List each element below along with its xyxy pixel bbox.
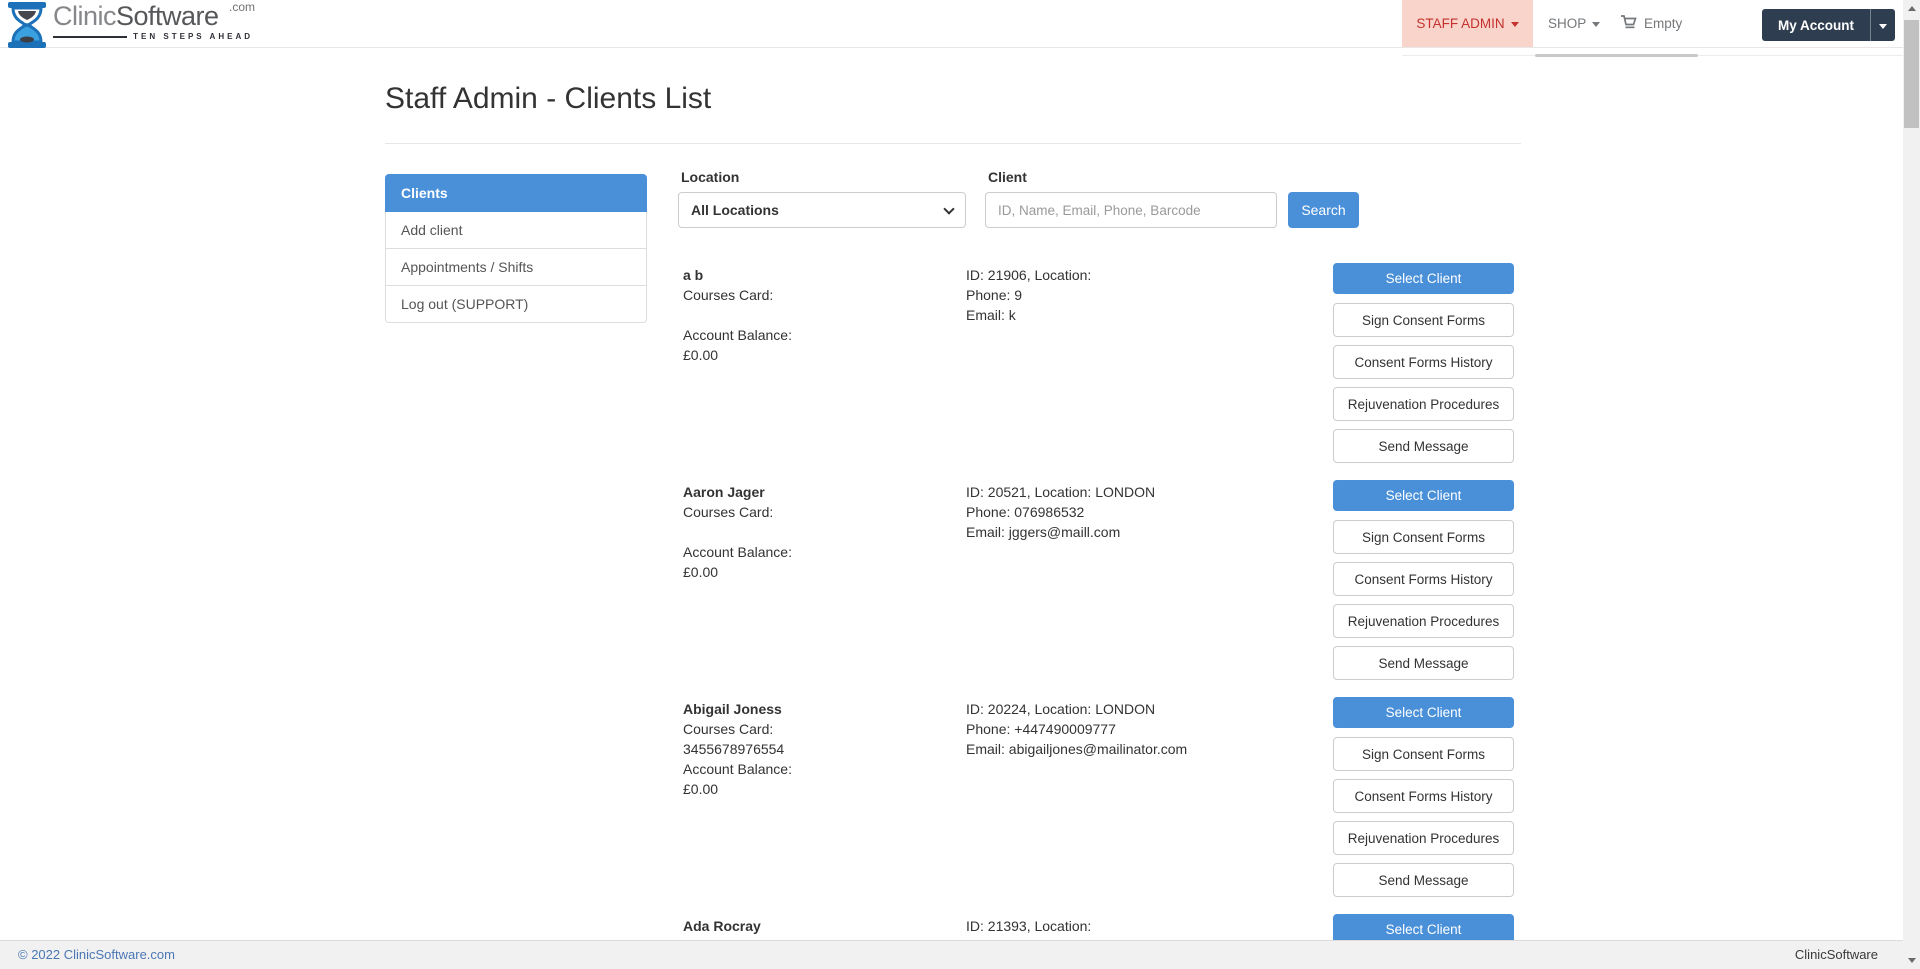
select-client-button[interactable]: Select Client [1333, 263, 1514, 294]
sidebar-item-add-client[interactable]: Add client [385, 212, 647, 249]
client-email: Email: jggers@maill.com [966, 522, 1346, 542]
brand-software: Software [116, 1, 219, 31]
location-select[interactable]: All Locations [678, 192, 966, 228]
clinicsoftware-logo[interactable]: ClinicSoftware .com TEN STEPS AHEAD [7, 1, 253, 53]
sign-consent-forms-button[interactable]: Sign Consent Forms [1333, 303, 1514, 337]
vertical-scrollbar[interactable] [1903, 0, 1920, 969]
send-message-button[interactable]: Send Message [1333, 863, 1514, 897]
client-name: a b [683, 265, 953, 285]
send-message-button[interactable]: Send Message [1333, 646, 1514, 680]
caret-down-icon[interactable] [1871, 9, 1895, 41]
account-balance-label: Account Balance: [683, 325, 953, 345]
client-details: ID: 20521, Location: LONDON Phone: 07698… [966, 482, 1346, 542]
caret-down-icon [1592, 22, 1600, 27]
account-balance-value: £0.00 [683, 779, 953, 799]
client-row: a b Courses Card: Account Balance: £0.00… [0, 263, 1903, 480]
sign-consent-forms-button[interactable]: Sign Consent Forms [1333, 737, 1514, 771]
client-summary: Aaron Jager Courses Card: Account Balanc… [683, 482, 953, 582]
client-name: Abigail Joness [683, 699, 953, 719]
rejuvenation-procedures-button[interactable]: Rejuvenation Procedures [1333, 821, 1514, 855]
courses-card-label: Courses Card: [683, 502, 953, 522]
client-name: Ada Rocray [683, 916, 953, 936]
account-balance-label: Account Balance: [683, 542, 953, 562]
subnav-underline [1535, 54, 1698, 57]
client-actions: Select Client Sign Consent Forms Consent… [1333, 697, 1514, 905]
caret-down-icon [1511, 22, 1519, 27]
client-details: ID: 21906, Location: Phone: 9 Email: k [966, 265, 1346, 325]
select-client-button[interactable]: Select Client [1333, 480, 1514, 511]
consent-forms-history-button[interactable]: Consent Forms History [1333, 562, 1514, 596]
client-actions: Select Client Sign Consent Forms Consent… [1333, 480, 1514, 688]
consent-forms-history-button[interactable]: Consent Forms History [1333, 779, 1514, 813]
courses-card-value: 3455678976554 [683, 739, 953, 759]
footer-copyright-link[interactable]: © 2022 ClinicSoftware.com [18, 947, 175, 962]
account-balance-label: Account Balance: [683, 759, 953, 779]
rejuvenation-procedures-button[interactable]: Rejuvenation Procedures [1333, 387, 1514, 421]
nav-cart[interactable]: Empty [1620, 0, 1682, 47]
client-list: a b Courses Card: Account Balance: £0.00… [0, 0, 1903, 969]
title-divider [385, 143, 1521, 144]
subnav-strip [1402, 48, 1903, 56]
client-id-location: ID: 21906, Location: [966, 265, 1346, 285]
footer-brand-text: ClinicSoftware [1795, 947, 1878, 962]
scrollbar-down-icon[interactable] [1903, 952, 1920, 969]
footer: © 2022 ClinicSoftware.com ClinicSoftware [0, 940, 1903, 969]
header: ClinicSoftware .com TEN STEPS AHEAD STAF… [0, 0, 1903, 48]
hourglass-icon [7, 2, 47, 53]
sidebar: Clients Add client Appointments / Shifts… [385, 174, 647, 323]
client-id-location: ID: 20521, Location: LONDON [966, 482, 1346, 502]
search-button[interactable]: Search [1288, 192, 1359, 228]
send-message-button[interactable]: Send Message [1333, 429, 1514, 463]
account-balance-value: £0.00 [683, 562, 953, 582]
cart-icon [1620, 14, 1644, 33]
rejuvenation-procedures-button[interactable]: Rejuvenation Procedures [1333, 604, 1514, 638]
brand-clinic: Clinic [53, 1, 116, 31]
courses-card-label: Courses Card: [683, 719, 953, 739]
nav-staff-admin[interactable]: STAFF ADMIN [1402, 0, 1533, 47]
sidebar-item-appointments-shifts[interactable]: Appointments / Shifts [385, 249, 647, 286]
my-account-button[interactable]: My Account [1762, 9, 1895, 41]
client-id-location: ID: 20224, Location: LONDON [966, 699, 1346, 719]
nav-shop[interactable]: SHOP [1548, 0, 1600, 47]
tagline-rule [53, 36, 127, 38]
client-label: Client [988, 169, 1027, 185]
account-balance-value: £0.00 [683, 345, 953, 365]
sign-consent-forms-button[interactable]: Sign Consent Forms [1333, 520, 1514, 554]
courses-card-label: Courses Card: [683, 285, 953, 305]
client-phone: Phone: 076986532 [966, 502, 1346, 522]
client-summary: a b Courses Card: Account Balance: £0.00 [683, 265, 953, 365]
select-client-button[interactable]: Select Client [1333, 697, 1514, 728]
courses-card-value [683, 522, 953, 542]
location-label: Location [681, 169, 739, 185]
staff-admin-clients-page: a b Courses Card: Account Balance: £0.00… [0, 0, 1920, 969]
client-phone: Phone: 9 [966, 285, 1346, 305]
client-actions: Select Client Sign Consent Forms Consent… [1333, 263, 1514, 471]
client-name: Aaron Jager [683, 482, 953, 502]
client-search-input[interactable] [985, 192, 1277, 228]
sidebar-item-logout[interactable]: Log out (SUPPORT) [385, 286, 647, 323]
scrollbar-thumb[interactable] [1904, 20, 1919, 128]
brand-tld: .com [229, 0, 255, 14]
courses-card-value [683, 305, 953, 325]
client-email: Email: abigailjones@mailinator.com [966, 739, 1346, 759]
client-row: Aaron Jager Courses Card: Account Balanc… [0, 480, 1903, 697]
logo-wordmark: ClinicSoftware .com TEN STEPS AHEAD [53, 1, 253, 41]
client-row: Abigail Joness Courses Card: 34556789765… [0, 697, 1903, 914]
consent-forms-history-button[interactable]: Consent Forms History [1333, 345, 1514, 379]
client-email: Email: k [966, 305, 1346, 325]
client-phone: Phone: +447490009777 [966, 719, 1346, 739]
logo-tagline: TEN STEPS AHEAD [53, 32, 253, 41]
client-id-location: ID: 21393, Location: [966, 916, 1346, 936]
client-details: ID: 20224, Location: LONDON Phone: +4474… [966, 699, 1346, 759]
page-title: Staff Admin - Clients List [385, 82, 711, 116]
client-summary: Abigail Joness Courses Card: 34556789765… [683, 699, 953, 799]
sidebar-item-clients[interactable]: Clients [385, 174, 647, 212]
location-select-wrap: All Locations [678, 192, 966, 228]
scrollbar-up-icon[interactable] [1903, 0, 1920, 17]
